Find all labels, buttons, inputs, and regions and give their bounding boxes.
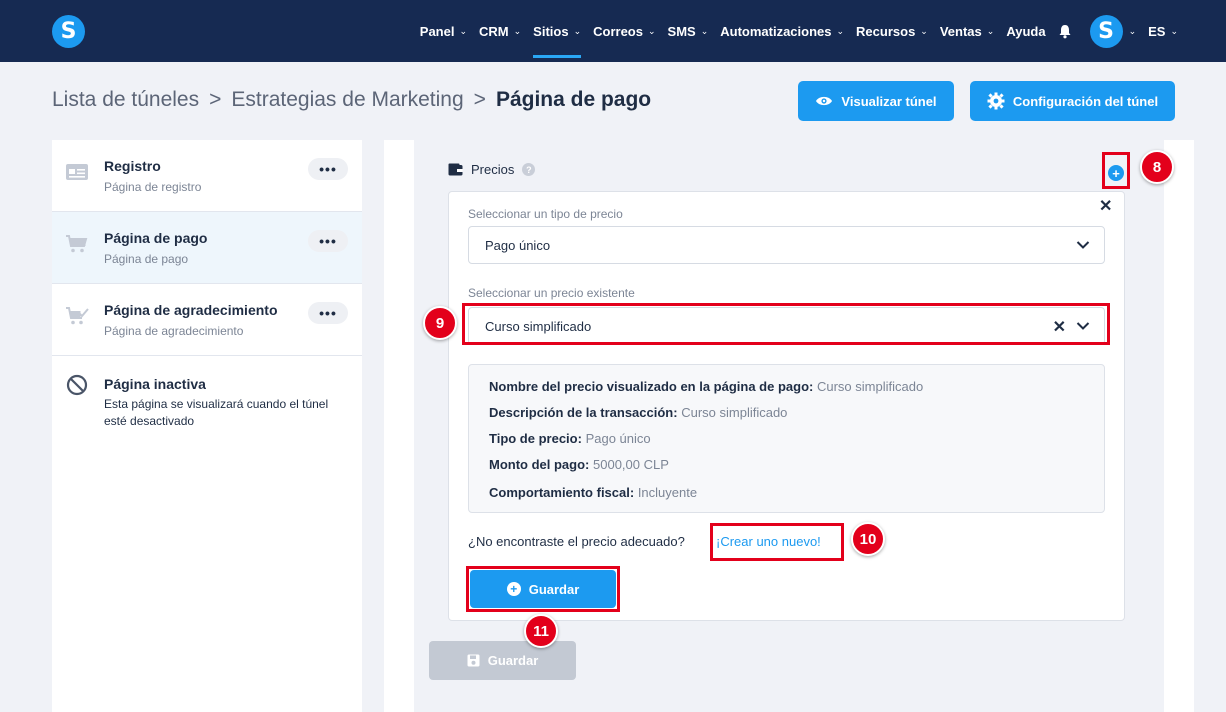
summary-row: Descripción de la transacción: Curso sim… — [489, 405, 788, 420]
breadcrumb: Lista de túneles > Estrategias de Market… — [52, 88, 651, 112]
breadcrumb-funnel-link[interactable]: Estrategias de Marketing — [231, 88, 463, 112]
top-navbar: S Panel ⌄ CRM ⌄ Sitios ⌄ Correos ⌄ SMS ⌄ Auto… — [0, 0, 1226, 62]
summary-row: Tipo de precio: Pago único — [489, 431, 651, 446]
annotation-highlight — [466, 566, 620, 612]
funnel-settings-button[interactable]: Configuración del túnel — [970, 81, 1175, 121]
chevron-down-icon[interactable]: ⌄ — [1129, 26, 1137, 37]
summary-row: Comportamiento fiscal: Incluyente — [489, 485, 698, 500]
nav-ventas[interactable]: Ventas ⌄ — [940, 0, 994, 62]
page-title: Página de pago — [495, 88, 652, 111]
price-not-found-text: ¿No encontraste el precio adecuado? — [468, 534, 685, 549]
step-subtitle: Página de agradecimiento — [104, 324, 244, 338]
inactive-page-item[interactable]: Página inactiva Esta página se visualiza… — [52, 356, 362, 428]
nav-panel[interactable]: Panel ⌄ — [420, 0, 467, 62]
wallet-icon — [448, 163, 463, 176]
summary-row: Nombre del precio visualizado en la pági… — [489, 379, 924, 394]
chevron-down-icon: ⌄ — [647, 25, 656, 36]
inactive-page-title: Página inactiva — [104, 376, 206, 392]
inactive-page-description: Esta página se visualizará cuando el tún… — [104, 397, 329, 428]
step-registro[interactable]: Registro Página de registro ••• — [52, 140, 362, 212]
price-type-label: Seleccionar un tipo de precio — [468, 207, 623, 221]
step-pagina-de-agradecimiento[interactable]: Página de agradecimiento Página de agrad… — [52, 284, 362, 356]
breadcrumb-funnels-link[interactable]: Lista de túneles — [52, 88, 199, 112]
chevron-down-icon: ⌄ — [986, 25, 995, 36]
chevron-down-icon — [1076, 241, 1090, 249]
nav-sms[interactable]: SMS ⌄ — [668, 0, 709, 62]
price-summary: Nombre del precio visualizado en la pági… — [468, 364, 1105, 513]
nav-correos[interactable]: Correos ⌄ — [593, 0, 655, 62]
nav-sitios[interactable]: Sitios ⌄ — [533, 0, 581, 62]
cart-icon — [66, 235, 88, 253]
close-icon[interactable]: ✕ — [1099, 196, 1112, 216]
breadcrumb-separator: > — [209, 88, 222, 111]
step-title: Registro — [104, 158, 161, 174]
step-menu-button[interactable]: ••• — [308, 158, 348, 180]
app-logo[interactable]: S — [52, 15, 85, 48]
step-menu-button[interactable]: ••• — [308, 302, 348, 324]
floppy-disk-icon — [467, 654, 480, 667]
view-funnel-button[interactable]: Visualizar túnel — [798, 81, 954, 121]
chevron-down-icon: ⌄ — [573, 25, 582, 36]
eye-icon — [816, 96, 833, 106]
step-subtitle: Página de registro — [104, 180, 202, 194]
annotation-badge: 9 — [423, 306, 457, 340]
nav-recursos[interactable]: Recursos ⌄ — [856, 0, 928, 62]
nav-automatizaciones[interactable]: Automatizaciones ⌄ — [720, 0, 844, 62]
step-pagina-de-pago[interactable]: Página de pago Página de pago ••• — [52, 212, 362, 284]
save-page-button[interactable]: Guardar — [429, 641, 576, 680]
nav-ayuda[interactable]: Ayuda — [1006, 0, 1045, 62]
summary-row: Monto del pago: 5000,00 CLP — [489, 457, 669, 472]
annotation-highlight — [462, 303, 1110, 345]
price-type-select[interactable]: Pago único — [468, 226, 1105, 264]
step-title: Página de pago — [104, 230, 208, 246]
nav-crm[interactable]: CRM ⌄ — [479, 0, 521, 62]
price-type-value: Pago único — [485, 237, 551, 253]
language-selector[interactable]: ES ⌄ — [1148, 0, 1178, 62]
pricing-section-header: Precios ? — [448, 162, 536, 177]
annotation-badge: 11 — [524, 614, 558, 648]
step-subtitle: Página de pago — [104, 252, 189, 266]
step-menu-button[interactable]: ••• — [308, 230, 348, 252]
chevron-down-icon: ⌄ — [920, 25, 928, 36]
cart-check-icon — [66, 307, 89, 325]
user-avatar[interactable]: S — [1089, 14, 1123, 48]
chevron-down-icon: ⌄ — [513, 25, 522, 36]
annotation-badge: 8 — [1140, 150, 1174, 184]
funnel-steps-sidebar: Registro Página de registro ••• Página d… — [52, 140, 362, 712]
help-icon[interactable]: ? — [522, 163, 536, 176]
bell-icon[interactable] — [1058, 24, 1072, 38]
annotation-highlight — [710, 523, 844, 561]
chevron-down-icon: ⌄ — [700, 25, 709, 36]
step-title: Página de agradecimiento — [104, 302, 278, 318]
gear-icon — [987, 92, 1005, 110]
chevron-down-icon: ⌄ — [459, 25, 468, 36]
breadcrumb-separator: > — [473, 88, 486, 111]
ban-icon — [66, 374, 88, 396]
main-nav: Panel ⌄ CRM ⌄ Sitios ⌄ Correos ⌄ SMS ⌄ Automa… — [408, 0, 1178, 62]
chevron-down-icon: ⌄ — [1170, 25, 1178, 36]
chevron-down-icon: ⌄ — [836, 25, 845, 36]
form-icon — [66, 164, 88, 180]
existing-price-label: Seleccionar un precio existente — [468, 286, 635, 300]
annotation-badge: 10 — [851, 522, 885, 556]
pricing-title: Precios — [471, 162, 515, 177]
annotation-highlight — [1102, 152, 1130, 189]
